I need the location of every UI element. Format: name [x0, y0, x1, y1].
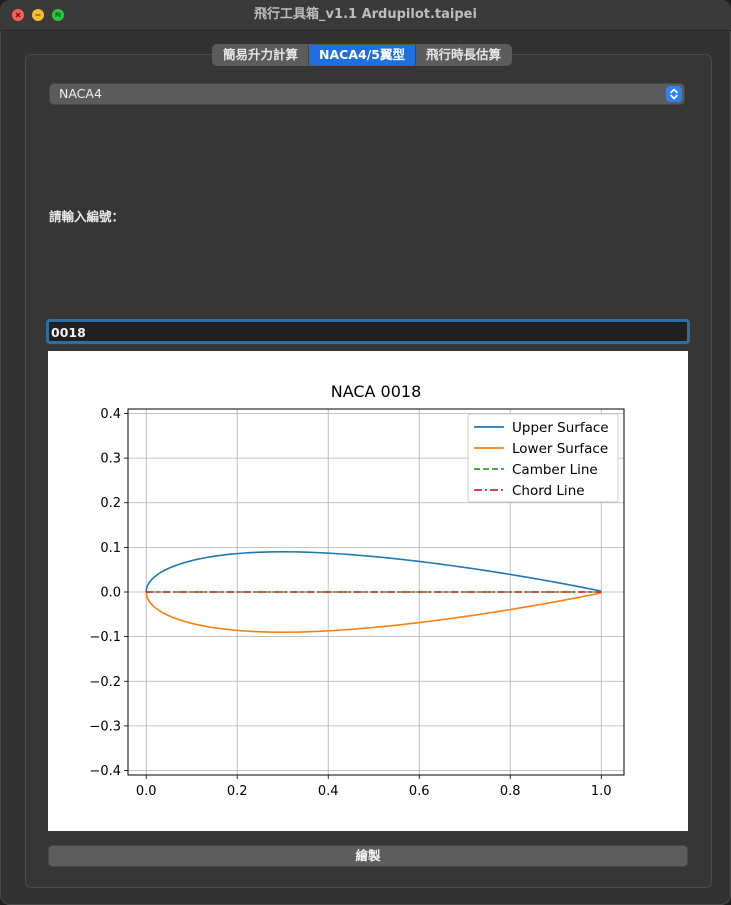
chart-title: NACA 0018 — [331, 382, 422, 401]
y-tick-label: 0.0 — [100, 586, 121, 601]
app-window: 飛行工具箱_v1.1 Ardupilot.taipei 簡易升力計算 NACA4… — [0, 0, 731, 905]
y-tick-label: −0.1 — [89, 630, 121, 645]
naca-series-value: NACA4 — [59, 86, 102, 101]
airfoil-plot: 0.0 0.2 0.4 0.6 0.8 1.0 0.4 0.3 0.2 0.1 0.0 −0.1 −0.… — [48, 351, 688, 831]
window-title: 飛行工具箱_v1.1 Ardupilot.taipei — [254, 7, 477, 22]
legend-label: Upper Surface — [512, 420, 609, 436]
tab-simple-lift[interactable]: 簡易升力計算 — [213, 45, 310, 65]
legend-label: Lower Surface — [512, 441, 608, 457]
tab-naca-airfoil[interactable]: NACA4/5翼型 — [309, 45, 416, 65]
naca-code-input[interactable]: 0018 — [46, 319, 690, 344]
airfoil-chart: 0.0 0.2 0.4 0.6 0.8 1.0 0.4 0.3 0.2 0.1 0.0 −0.1 −0.… — [89, 382, 625, 799]
x-tick-label: 0.0 — [136, 784, 157, 799]
y-tick-label: −0.3 — [89, 719, 121, 734]
series-lower-surface — [145, 591, 602, 633]
tab-flight-time[interactable]: 飛行時長估算 — [415, 45, 511, 65]
x-tick-label: 1.0 — [591, 784, 612, 799]
tab-bar: 簡易升力計算 NACA4/5翼型 飛行時長估算 — [212, 44, 512, 66]
x-tick-label: 0.6 — [409, 784, 430, 799]
title-bar: 飛行工具箱_v1.1 Ardupilot.taipei — [0, 0, 731, 31]
y-tick-label: 0.4 — [100, 407, 121, 422]
legend-label: Chord Line — [512, 483, 585, 499]
x-tick-label: 0.2 — [227, 784, 248, 799]
y-tick-label: 0.1 — [100, 541, 121, 556]
select-arrows-icon — [666, 86, 682, 102]
y-tick-label: −0.4 — [89, 764, 121, 779]
x-tick-label: 0.8 — [500, 784, 521, 799]
series-upper-surface — [145, 551, 602, 593]
legend-label: Camber Line — [512, 462, 598, 478]
y-tick-label: −0.2 — [89, 675, 121, 690]
draw-button[interactable]: 繪製 — [49, 846, 687, 866]
naca-series-select[interactable]: NACA4 — [50, 84, 684, 104]
x-tick-label: 0.4 — [318, 784, 339, 799]
y-tick-label: 0.2 — [100, 496, 121, 511]
code-prompt-label: 請輸入編號： — [49, 209, 125, 224]
y-tick-label: 0.3 — [100, 452, 121, 467]
